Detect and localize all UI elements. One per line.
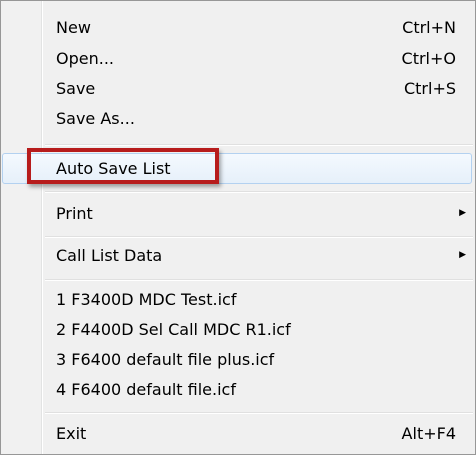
menu-item-label: 2 F4400D Sel Call MDC R1.icf xyxy=(56,320,291,339)
menu-item-save-as[interactable]: Save As... xyxy=(1,104,475,133)
menu-item-label: Auto Save List xyxy=(56,159,171,178)
menu-item-exit[interactable]: Exit Alt+F4 xyxy=(1,419,475,448)
submenu-arrow-icon: ▶ xyxy=(459,208,466,218)
menu-separator xyxy=(45,279,473,281)
menu-item-auto-save-list[interactable]: Auto Save List xyxy=(1,154,475,183)
menu-item-label: Exit xyxy=(56,424,87,443)
submenu-arrow-icon: ▶ xyxy=(459,250,466,260)
menu-separator xyxy=(45,236,473,238)
menu-item-call-list-data[interactable]: Call List Data ▶ xyxy=(1,241,475,270)
menu-item-shortcut: Ctrl+N xyxy=(402,18,456,37)
menu-item-label: Call List Data xyxy=(56,246,163,265)
menu-item-label: 1 F3400D MDC Test.icf xyxy=(56,290,237,309)
menu-item-recent-file-3[interactable]: 3 F6400 default file plus.icf xyxy=(1,345,475,374)
menu-item-label: Save xyxy=(56,79,96,98)
menu-item-save[interactable]: Save Ctrl+S xyxy=(1,74,475,103)
menu-separator xyxy=(45,144,473,146)
menu-item-shortcut: Ctrl+O xyxy=(401,49,456,68)
menu-item-label: 4 F6400 default file.icf xyxy=(56,380,236,399)
menu-separator xyxy=(45,412,473,414)
menu-item-recent-file-1[interactable]: 1 F3400D MDC Test.icf xyxy=(1,285,475,314)
menu-item-label: New xyxy=(56,18,91,37)
menu-item-recent-file-4[interactable]: 4 F6400 default file.icf xyxy=(1,375,475,404)
menu-item-label: Print xyxy=(56,204,93,223)
menu-item-shortcut: Ctrl+S xyxy=(403,79,456,98)
menu-separator xyxy=(45,191,473,193)
menu-item-open[interactable]: Open... Ctrl+O xyxy=(1,44,475,73)
menu-item-label: 3 F6400 default file plus.icf xyxy=(56,350,275,369)
menu-item-label: Save As... xyxy=(56,109,135,128)
menu-item-label: Open... xyxy=(56,49,114,68)
menu-item-shortcut: Alt+F4 xyxy=(401,424,456,443)
menu-item-recent-file-2[interactable]: 2 F4400D Sel Call MDC R1.icf xyxy=(1,315,475,344)
file-menu: New Ctrl+N Open... Ctrl+O Save Ctrl+S Sa… xyxy=(0,0,476,455)
menu-item-print[interactable]: Print ▶ xyxy=(1,199,475,228)
menu-item-new[interactable]: New Ctrl+N xyxy=(1,13,475,42)
